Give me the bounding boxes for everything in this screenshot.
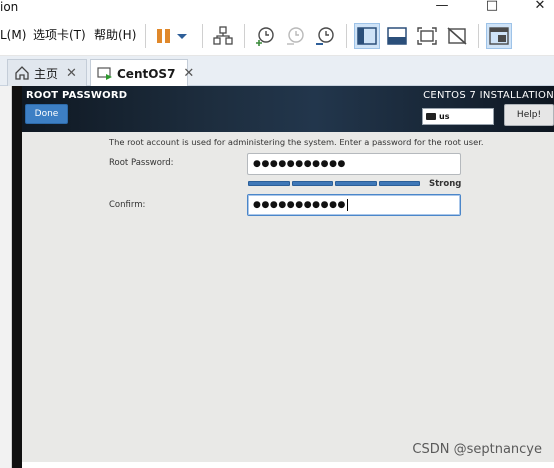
close-button[interactable]: ✕ [530, 0, 550, 14]
text-cursor [346, 198, 348, 211]
snapshot-manager-icon [316, 27, 334, 45]
toolbar-separator [478, 24, 479, 48]
keyboard-layout-value: us [439, 112, 450, 121]
strength-segment [291, 181, 333, 186]
strength-segment [378, 181, 420, 186]
maximize-button[interactable]: □ [482, 0, 502, 14]
view-thumbnail-button[interactable] [384, 23, 410, 49]
root-password-value: ●●●●●●●●●●● [253, 159, 346, 169]
view-console-button[interactable] [354, 23, 380, 49]
root-password-description: The root account is used for administeri… [109, 137, 484, 147]
snapshot-manager-button[interactable] [312, 23, 338, 49]
keyboard-layout-indicator[interactable]: us [422, 108, 494, 125]
toolbar-separator [346, 24, 347, 48]
tab-home[interactable]: 主页 ✕ [7, 59, 87, 86]
strength-segment [248, 181, 290, 186]
send-keys-button[interactable] [210, 23, 236, 49]
password-strength-meter [248, 181, 420, 187]
tab-bar: 主页 ✕ CentOS7 ✕ [0, 56, 554, 87]
root-password-input[interactable]: ●●●●●●●●●●● [247, 153, 461, 175]
vm-frame-border [0, 86, 12, 468]
keyboard-icon [426, 113, 436, 120]
root-password-label: Root Password: [109, 158, 174, 168]
minimize-button[interactable]: — [432, 0, 452, 14]
window-title-bar: ion — □ ✕ [0, 0, 554, 18]
strength-segment [335, 181, 377, 186]
snapshot-clock-icon [256, 27, 274, 46]
fullscreen-button[interactable] [414, 23, 440, 49]
vm-console-sidebar [12, 86, 22, 468]
menu-item-help[interactable]: 帮助(H) [94, 27, 136, 43]
tab-home-close-icon[interactable]: ✕ [66, 66, 77, 81]
tab-home-label: 主页 [34, 66, 59, 81]
password-strength-label: Strong [429, 179, 462, 189]
home-icon [14, 65, 30, 81]
window-view-icon [489, 27, 509, 45]
watermark: CSDN @septnancye [412, 442, 542, 457]
menu-item-vm[interactable]: L(M) [0, 27, 26, 43]
vm-icon [97, 66, 113, 82]
confirm-label: Confirm: [109, 200, 146, 210]
toolbar-separator [145, 24, 146, 48]
unity-mode-button[interactable] [444, 23, 470, 49]
snapshot-button[interactable] [252, 23, 278, 49]
tab-centos7-close-icon[interactable]: ✕ [183, 66, 194, 81]
toolbar-separator [244, 24, 245, 48]
tab-centos7-label: CentOS7 [117, 66, 176, 81]
spoke-title: ROOT PASSWORD [26, 90, 128, 101]
window-title: ion [0, 0, 19, 14]
done-button[interactable]: Done [25, 104, 68, 124]
pause-icon [157, 29, 187, 43]
revert-snapshot-button[interactable] [282, 23, 308, 49]
confirm-password-input[interactable]: ●●●●●●●●●●● [247, 194, 461, 216]
installer-header: ROOT PASSWORD Done CENTOS 7 INSTALLATION… [22, 86, 554, 132]
sidebar-view-icon [357, 27, 377, 45]
help-button[interactable]: Help! [504, 104, 554, 126]
revert-clock-icon [287, 27, 304, 45]
product-title: CENTOS 7 INSTALLATION [423, 90, 554, 101]
confirm-password-value: ●●●●●●●●●●● [253, 200, 346, 210]
no-display-icon [447, 27, 467, 45]
tab-centos7[interactable]: CentOS7 ✕ [90, 59, 194, 87]
network-icon [213, 26, 233, 45]
fullscreen-icon [417, 27, 437, 45]
menu-item-tabs[interactable]: 选项卡(T) [33, 27, 86, 43]
pause-button[interactable] [152, 23, 192, 49]
bottom-bar-view-icon [387, 27, 407, 45]
toolbar-separator [202, 24, 203, 48]
vm-console-screen[interactable]: ROOT PASSWORD Done CENTOS 7 INSTALLATION… [22, 86, 554, 462]
toolbar: L(M) 选项卡(T) 帮助(H) [0, 18, 554, 56]
library-view-button[interactable] [486, 23, 512, 49]
